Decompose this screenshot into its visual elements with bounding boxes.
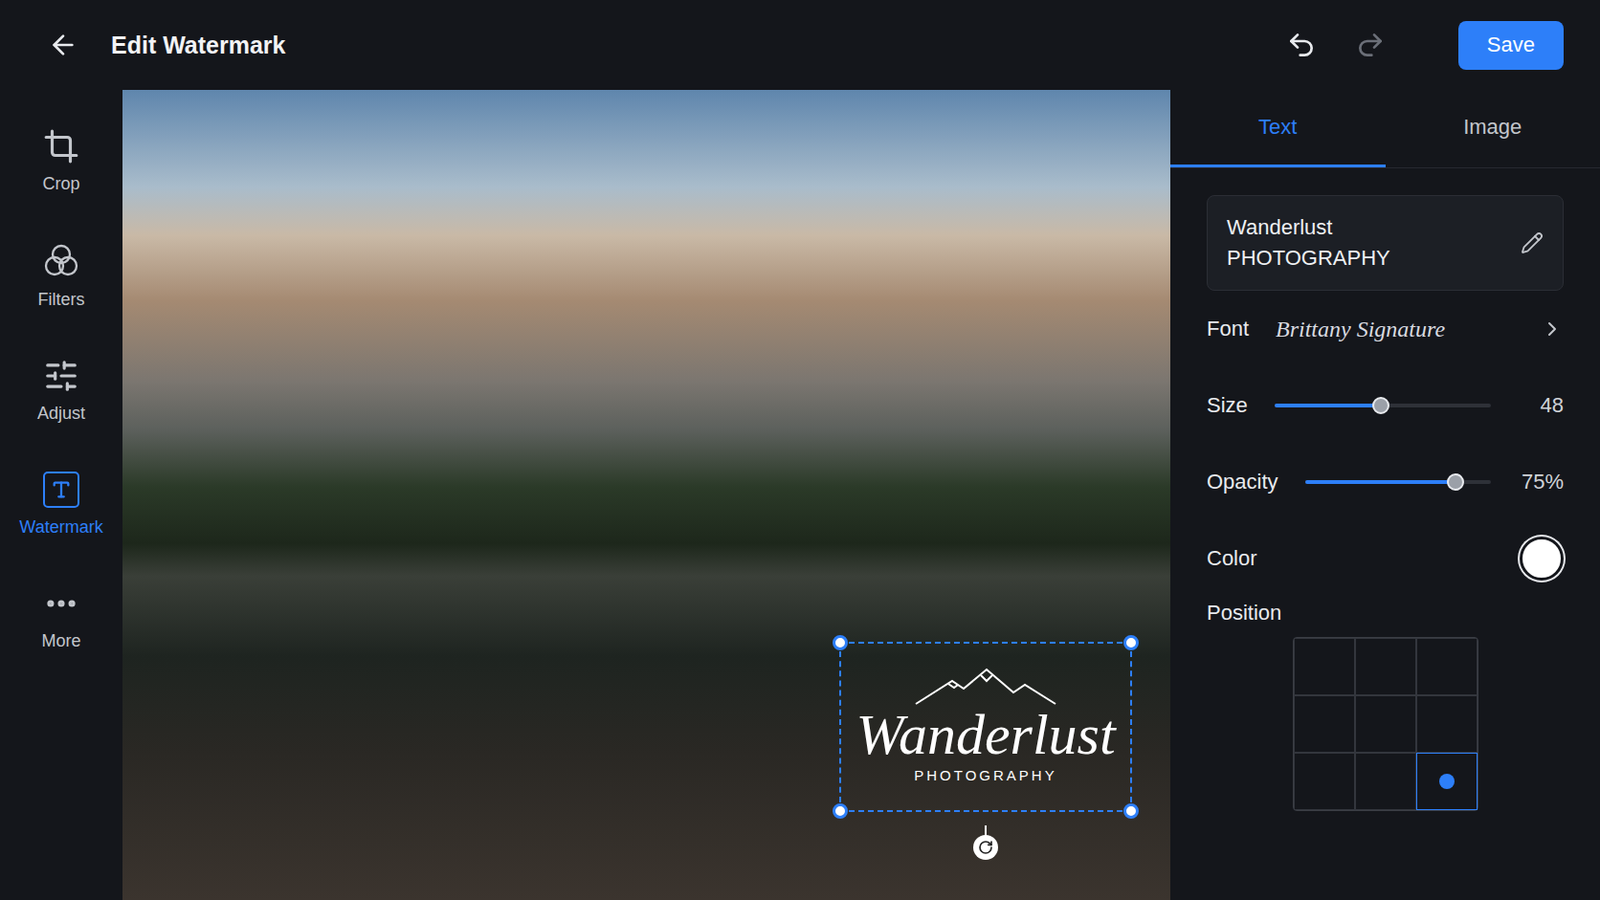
sidebar-item[interactable]: Crop <box>42 128 80 195</box>
tab[interactable]: Image <box>1385 89 1600 168</box>
resize-handle[interactable] <box>1123 803 1139 820</box>
color-row: Color <box>1206 520 1564 598</box>
field-line: PHOTOGRAPHY <box>1226 245 1510 271</box>
mountain-logo-icon <box>913 667 1058 707</box>
position-cell[interactable] <box>1355 638 1417 696</box>
rotate-icon <box>977 840 994 856</box>
crop-icon <box>43 128 80 165</box>
font-label: Font <box>1206 316 1249 342</box>
watermark: Wanderlust PHOTOGRAPHY <box>855 667 1115 784</box>
watermark-text-field[interactable]: Wanderlust PHOTOGRAPHY <box>1206 195 1564 291</box>
size-fill <box>1274 403 1381 408</box>
size-slider[interactable] <box>1274 403 1491 408</box>
sidebar-item[interactable]: Watermark <box>19 471 103 538</box>
sidebar-label: Crop <box>42 174 80 195</box>
app: Edit Watermark Save Crop Filters Adjust Water… <box>0 0 1600 900</box>
chevron-right-icon <box>1540 317 1564 341</box>
panel-body: Wanderlust PHOTOGRAPHY Font Brittany Signat… <box>1170 168 1600 812</box>
watermark-title: Wanderlust <box>855 706 1115 764</box>
font-row[interactable]: Font Brittany Signature <box>1206 290 1564 368</box>
position-cell[interactable] <box>1416 695 1478 754</box>
opacity-label: Opacity <box>1206 469 1279 495</box>
tab-bar: TextImage <box>1170 89 1600 169</box>
opacity-knob[interactable] <box>1446 473 1465 491</box>
position-cell[interactable] <box>1355 695 1417 754</box>
sidebar-item[interactable]: Filters <box>38 242 86 311</box>
position-cell[interactable] <box>1293 753 1356 811</box>
font-value: Brittany Signature <box>1275 316 1514 343</box>
filters-icon <box>42 242 81 281</box>
position-cell[interactable] <box>1416 638 1478 696</box>
watermark-overlay[interactable]: Wanderlust PHOTOGRAPHY <box>839 642 1133 813</box>
back-button[interactable] <box>42 23 85 67</box>
size-value: 48 <box>1517 393 1564 419</box>
watermark-icon <box>43 471 80 509</box>
color-swatch[interactable] <box>1519 536 1564 581</box>
edit-pencil-icon[interactable] <box>1520 231 1544 255</box>
page-title: Edit Watermark <box>111 31 1254 60</box>
adjust-icon <box>43 357 80 395</box>
position-label: Position <box>1206 600 1564 626</box>
size-label: Size <box>1206 393 1248 419</box>
watermark-subtitle: PHOTOGRAPHY <box>913 767 1057 784</box>
sidebar-label: Filters <box>38 289 86 311</box>
resize-handle[interactable] <box>1123 635 1139 651</box>
position-cell[interactable] <box>1416 753 1478 811</box>
resize-handle[interactable] <box>832 635 848 651</box>
redo-icon <box>1355 29 1386 61</box>
properties-panel: TextImage Wanderlust PHOTOGRAPHY Font Britta… <box>1170 89 1600 900</box>
sidebar-item[interactable]: More <box>41 585 81 652</box>
save-button[interactable]: Save <box>1458 21 1564 70</box>
back-arrow-icon <box>47 29 79 61</box>
position-grid <box>1292 637 1479 812</box>
position-dot <box>1439 774 1455 790</box>
tab[interactable]: Text <box>1170 89 1386 168</box>
opacity-row: Opacity 75% <box>1206 444 1564 521</box>
field-text: Wanderlust PHOTOGRAPHY <box>1226 215 1510 271</box>
redo-button[interactable] <box>1349 23 1392 67</box>
workspace: Crop Filters Adjust Watermark More Wanderlust… <box>0 89 1600 900</box>
sidebar-label: Watermark <box>19 517 103 538</box>
tool-sidebar: Crop Filters Adjust Watermark More <box>0 89 123 900</box>
undo-button[interactable] <box>1280 23 1323 67</box>
sidebar-label: Adjust <box>37 403 86 424</box>
more-icon <box>43 585 80 623</box>
sidebar-label: More <box>41 631 81 652</box>
photo-canvas: Wanderlust PHOTOGRAPHY <box>122 89 1171 900</box>
size-row: Size 48 <box>1206 367 1564 445</box>
position-cell[interactable] <box>1355 753 1417 811</box>
size-knob[interactable] <box>1372 397 1390 415</box>
opacity-value: 75% <box>1517 469 1564 495</box>
rotate-handle[interactable] <box>973 835 999 861</box>
sidebar-item[interactable]: Adjust <box>37 357 86 424</box>
position-cell[interactable] <box>1293 695 1356 754</box>
color-label: Color <box>1206 546 1493 572</box>
opacity-slider[interactable] <box>1305 480 1491 485</box>
resize-handle[interactable] <box>832 803 848 820</box>
opacity-fill <box>1305 480 1456 485</box>
undo-icon <box>1286 29 1317 61</box>
top-bar: Edit Watermark Save <box>0 0 1600 90</box>
field-line: Wanderlust <box>1226 215 1510 241</box>
position-cell[interactable] <box>1293 638 1356 696</box>
